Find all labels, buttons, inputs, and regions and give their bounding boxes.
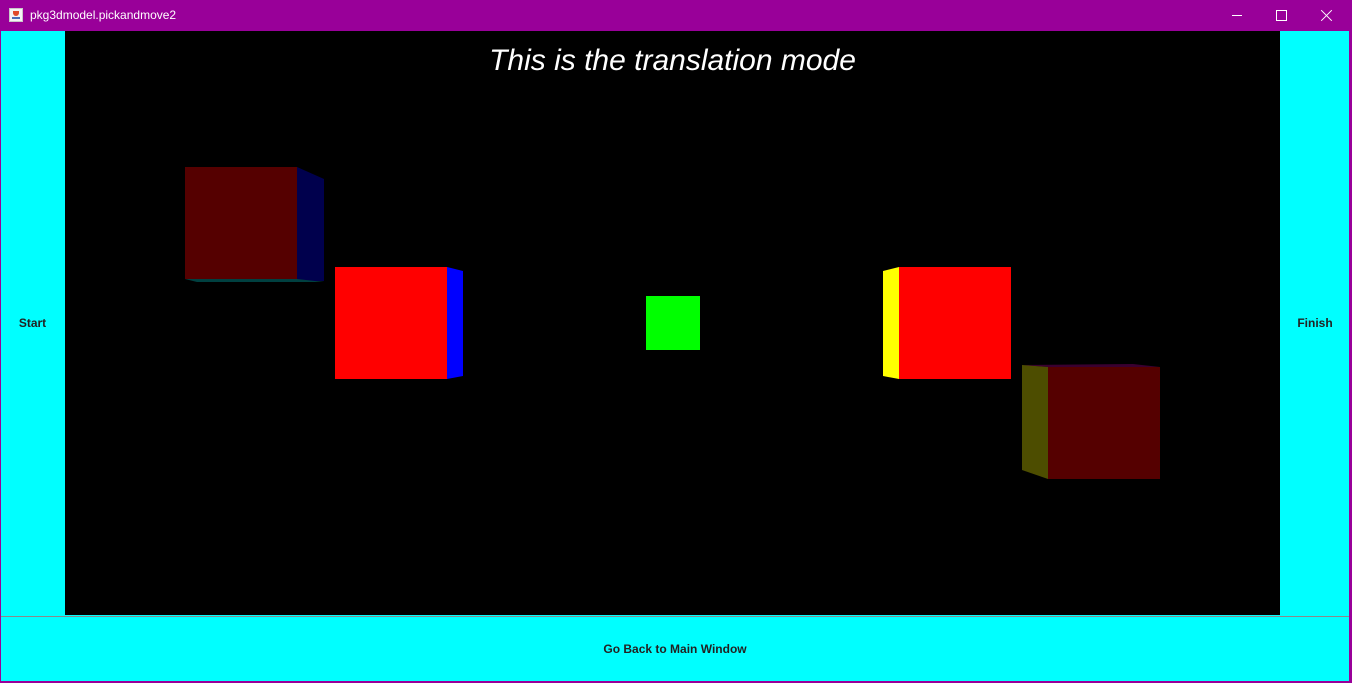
scene-graphics[interactable] (65, 31, 1280, 615)
cube-front-face (335, 267, 447, 379)
red-cube-left[interactable] (335, 267, 463, 379)
cube-side-face (447, 267, 463, 379)
dark-red-cube-top-left[interactable] (185, 167, 324, 282)
java-app-icon (9, 8, 23, 22)
window-title: pkg3dmodel.pickandmove2 (30, 8, 177, 22)
go-back-button-label: Go Back to Main Window (603, 642, 747, 656)
minimize-icon (1232, 15, 1242, 16)
close-icon (1320, 9, 1333, 22)
maximize-icon (1276, 10, 1287, 21)
red-cube-right[interactable] (883, 267, 1011, 379)
minimize-button[interactable] (1214, 0, 1260, 31)
dark-red-cube-bottom-right[interactable] (1022, 364, 1160, 479)
start-button[interactable]: Start (1, 31, 64, 615)
cube-front-face (1048, 367, 1160, 479)
finish-button-label: Finish (1297, 316, 1333, 330)
close-button[interactable] (1304, 0, 1350, 31)
cube-top-face (1022, 364, 1160, 367)
application-window: pkg3dmodel.pickandmove2 Start This is th… (0, 0, 1352, 683)
cube-side-face (1022, 365, 1048, 479)
maximize-button[interactable] (1258, 0, 1304, 31)
go-back-button[interactable]: Go Back to Main Window (1, 616, 1349, 681)
title-bar[interactable]: pkg3dmodel.pickandmove2 (0, 0, 1352, 31)
cube-side-face (297, 167, 324, 281)
cube-front-face (899, 267, 1011, 379)
cube-front-face (185, 167, 297, 279)
cube-front-face (646, 296, 700, 350)
content-pane: Start This is the translation mode Finis… (1, 31, 1349, 681)
3d-canvas[interactable]: This is the translation mode (65, 31, 1280, 615)
cube-side-face (883, 267, 899, 379)
green-cube-center[interactable] (646, 296, 700, 350)
start-button-label: Start (18, 316, 47, 330)
finish-button[interactable]: Finish (1281, 31, 1349, 615)
